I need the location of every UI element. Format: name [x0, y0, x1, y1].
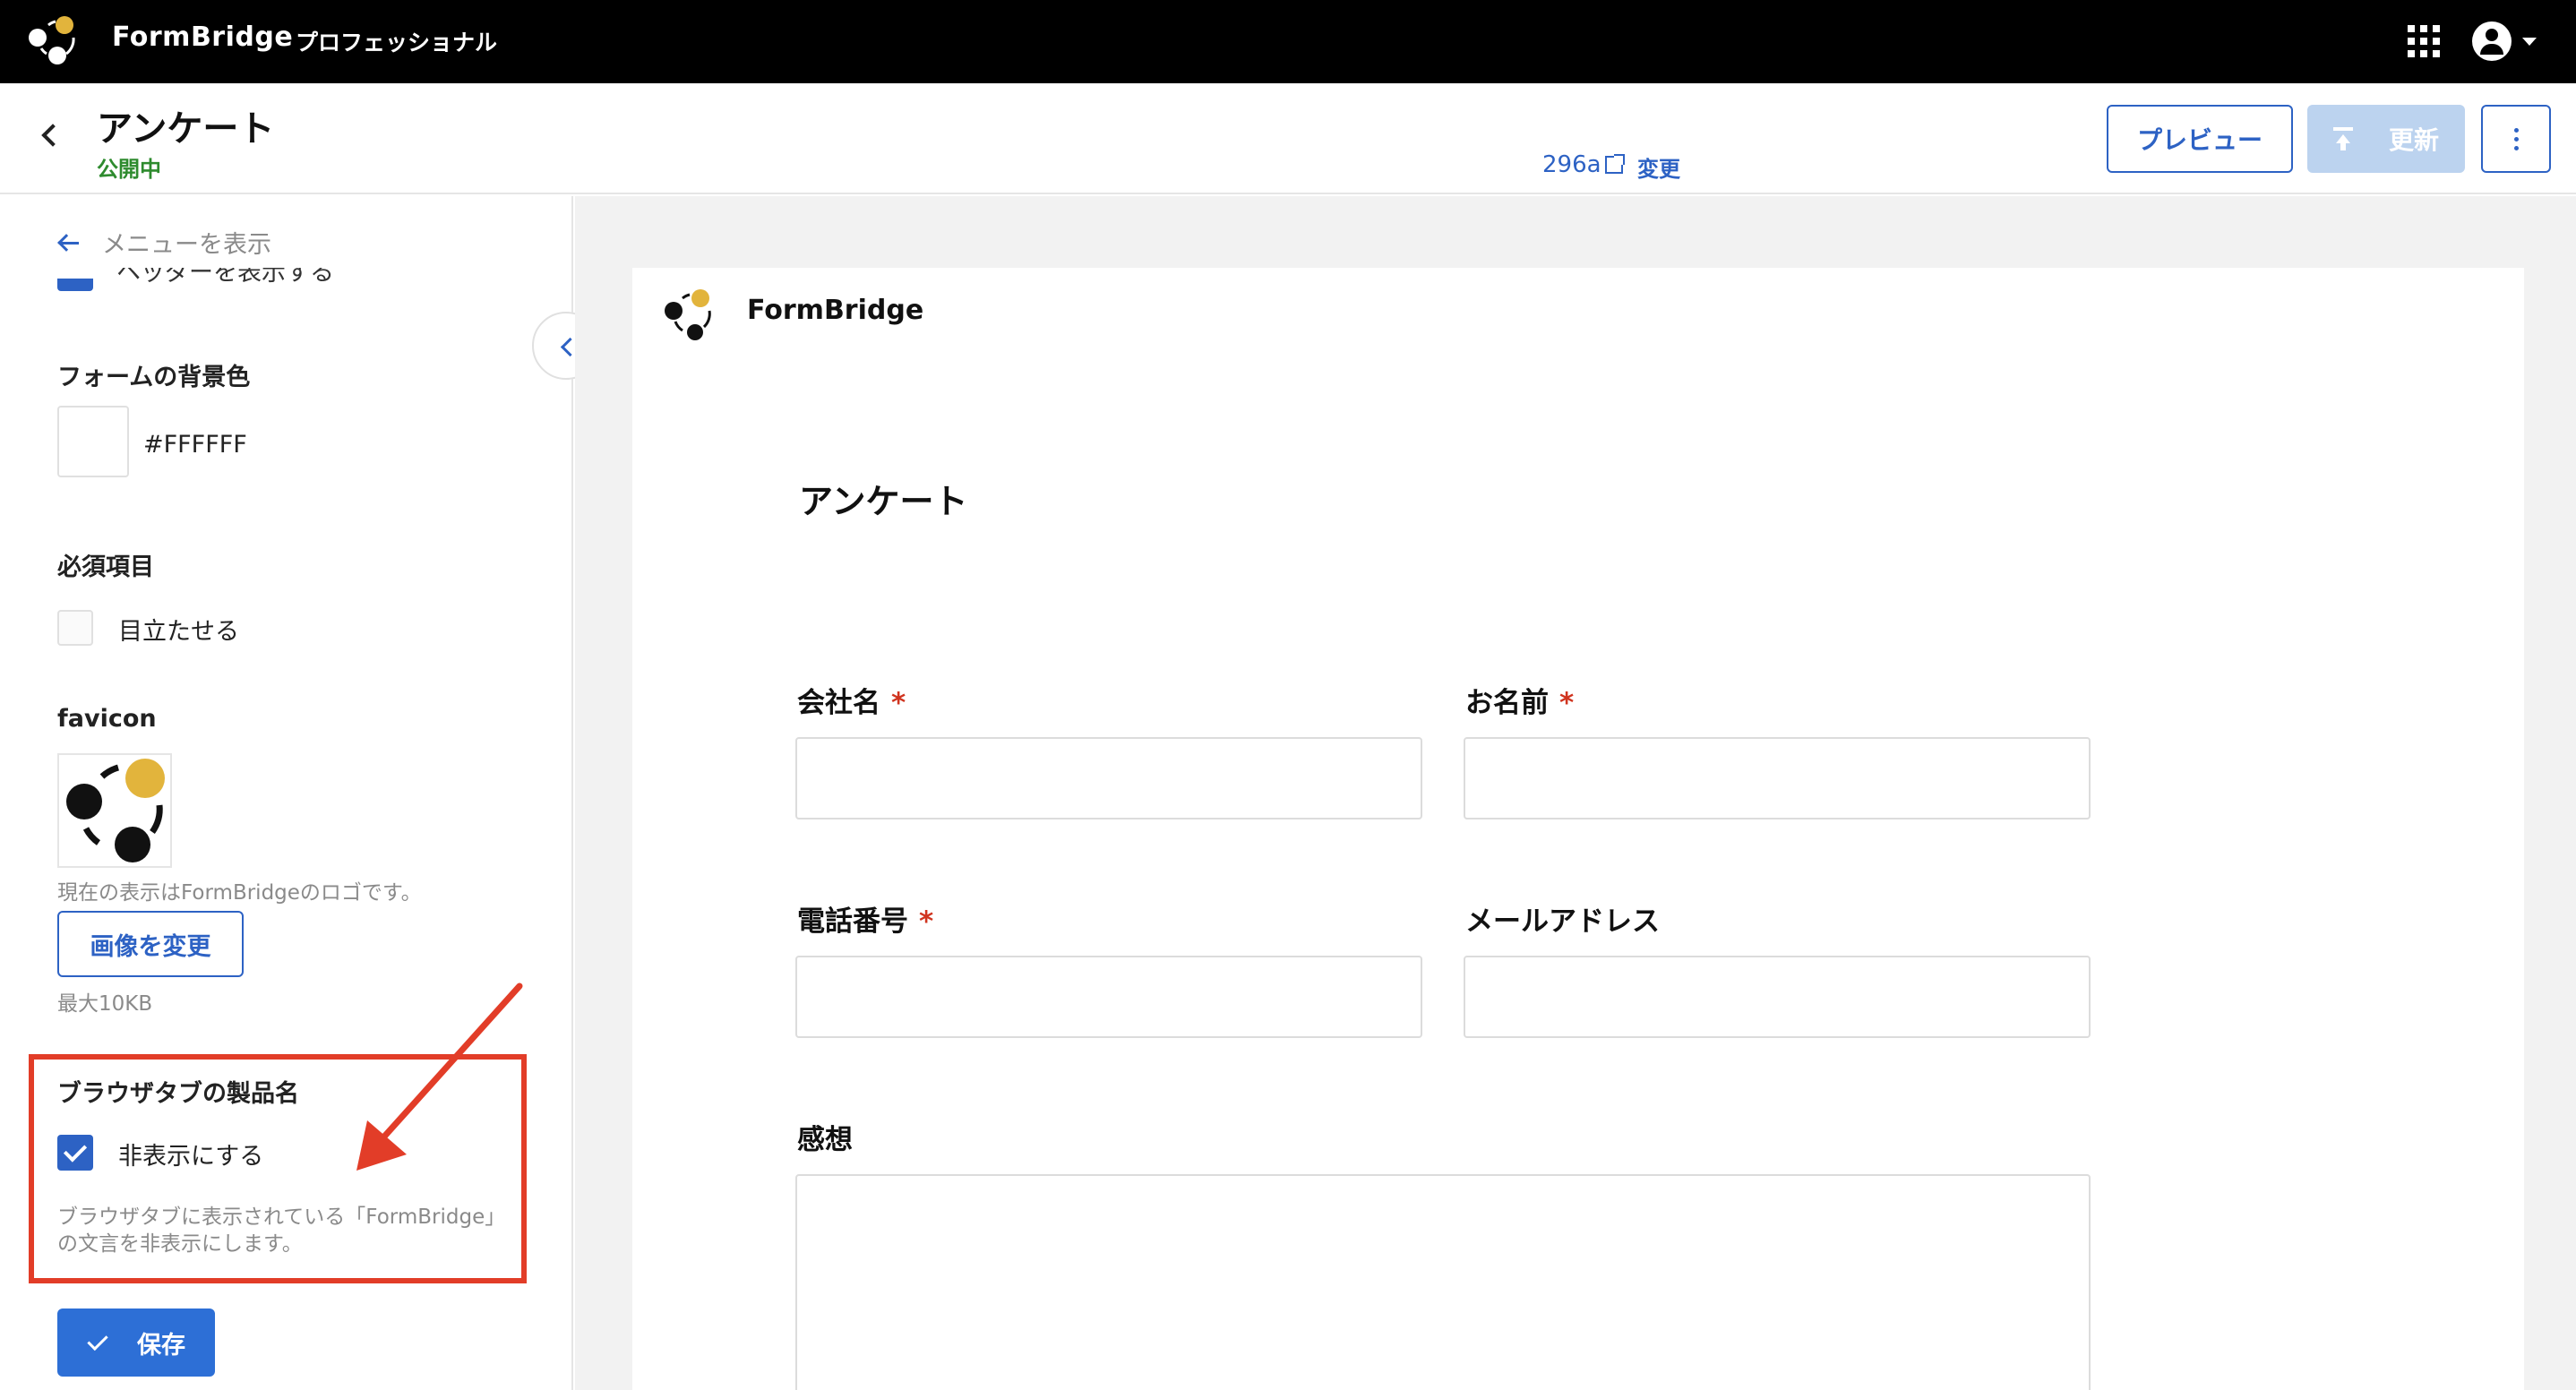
- field-label-email: メールアドレス: [1465, 905, 1660, 938]
- status-badge: 公開中: [97, 157, 161, 182]
- name-input[interactable]: [1464, 737, 2091, 819]
- browser-tab-label: ブラウザタブの製品名: [57, 1080, 299, 1108]
- field-label-name: お名前 *: [1465, 687, 1575, 719]
- back-arrow-icon[interactable]: [34, 119, 66, 151]
- top-app-bar: FormBridge プロフェッショナル: [0, 0, 2576, 83]
- emphasize-required-label: 目立たせる: [118, 618, 239, 646]
- save-button[interactable]: 保存: [57, 1308, 215, 1377]
- form-preview-area: FormBridge アンケート 会社名 * お名前 * 電話番号 * メールアドレス…: [575, 196, 2576, 1390]
- browser-tab-hint-line1: ブラウザタブに表示されている「FormBridge」: [57, 1206, 506, 1229]
- upload-icon: [2332, 127, 2353, 150]
- email-input[interactable]: [1464, 956, 2091, 1038]
- page-header: アンケート 公開中 296a 変更 プレビュー 更新: [0, 83, 2576, 194]
- update-button-label: 更新: [2388, 125, 2439, 155]
- save-button-label: 保存: [137, 1331, 185, 1360]
- account-icon[interactable]: [2472, 21, 2512, 61]
- preview-brand-name: FormBridge: [747, 295, 924, 326]
- show-menu-link[interactable]: メニューを表示: [57, 225, 271, 260]
- favicon-max-size: 最大10KB: [57, 992, 153, 1016]
- form-preview-card: FormBridge アンケート 会社名 * お名前 * 電話番号 * メールアドレス…: [632, 268, 2524, 1390]
- formbridge-logo-icon: [665, 289, 711, 340]
- form-url-text[interactable]: 296a: [1542, 151, 1601, 178]
- header-visible-checkbox[interactable]: [57, 279, 93, 291]
- required-label: 必須項目: [57, 553, 154, 581]
- plan-name: プロフェッショナル: [296, 30, 498, 56]
- page-title: アンケート: [97, 108, 275, 150]
- bg-color-label: フォームの背景色: [57, 364, 251, 391]
- company-input[interactable]: [795, 737, 1422, 819]
- phone-input[interactable]: [795, 956, 1422, 1038]
- arrow-left-icon: [57, 234, 81, 252]
- favicon-hint: 現在の表示はFormBridgeのロゴです。: [57, 881, 422, 905]
- browser-tab-hint-line2: の文言を非表示にします。: [57, 1232, 303, 1256]
- annotation-arrow: [356, 982, 523, 1171]
- favicon-preview: [57, 753, 172, 868]
- external-link-icon[interactable]: [1604, 154, 1625, 174]
- hide-product-name-checkbox[interactable]: [57, 1135, 93, 1171]
- favicon-logo-icon: [66, 759, 165, 862]
- caret-down-icon[interactable]: [2522, 38, 2537, 46]
- app-brand-name: FormBridge: [112, 21, 294, 53]
- change-image-button[interactable]: 画像を変更: [57, 911, 244, 977]
- field-label-phone: 電話番号 *: [797, 905, 934, 938]
- apps-grid-icon[interactable]: [2408, 25, 2440, 57]
- hide-product-name-label: 非表示にする: [118, 1143, 264, 1171]
- field-label-feedback: 感想: [797, 1124, 853, 1156]
- more-vert-icon[interactable]: [2481, 105, 2551, 173]
- show-menu-label: メニューを表示: [102, 231, 271, 259]
- update-button[interactable]: 更新: [2307, 105, 2465, 173]
- bg-color-value: #FFFFFF: [143, 431, 247, 459]
- favicon-label: favicon: [57, 705, 157, 733]
- header-visible-label: ヘッダーを表示する: [116, 268, 334, 287]
- formbridge-logo-icon[interactable]: [27, 13, 84, 70]
- bg-color-swatch[interactable]: [57, 406, 129, 477]
- form-title: アンケート: [799, 482, 968, 521]
- field-label-company: 会社名 *: [797, 687, 906, 719]
- preview-button[interactable]: プレビュー: [2107, 105, 2293, 173]
- emphasize-required-checkbox[interactable]: [57, 610, 93, 646]
- settings-sidebar[interactable]: メニューを表示 ヘッダーを表示する フォームの背景色 #FFFFFF 必須項目 …: [0, 196, 573, 1390]
- change-url-link[interactable]: 変更: [1637, 151, 1680, 183]
- form-url-link[interactable]: 296a: [1542, 151, 1625, 178]
- feedback-textarea[interactable]: [795, 1174, 2091, 1390]
- checkmark-icon: [87, 1336, 107, 1349]
